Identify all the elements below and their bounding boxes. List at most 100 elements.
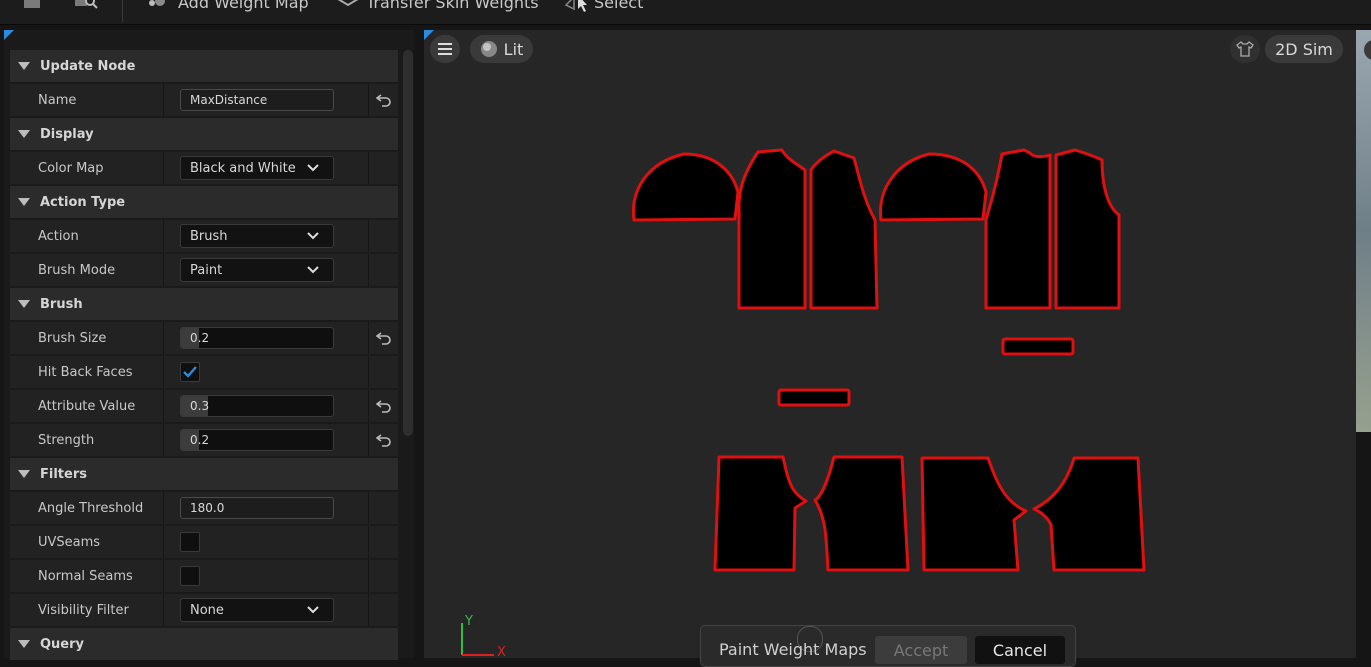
property-row-strength: Strength 0.2 bbox=[10, 424, 398, 456]
select-label: Select bbox=[594, 0, 644, 12]
transfer-skin-weights-button[interactable]: Transfer Skin Weights bbox=[336, 0, 539, 15]
reset-to-default-icon[interactable] bbox=[369, 390, 398, 422]
details-scrollbar[interactable] bbox=[403, 50, 413, 436]
collapse-arrow-icon bbox=[18, 130, 30, 138]
brush-mode-dropdown[interactable]: Paint bbox=[180, 258, 334, 282]
category-display[interactable]: Display bbox=[10, 118, 398, 150]
category-action-type[interactable]: Action Type bbox=[10, 186, 398, 218]
pant-piece-2 bbox=[813, 455, 910, 572]
axis-y-label: Y bbox=[465, 614, 473, 629]
collapse-arrow-icon bbox=[18, 470, 30, 478]
property-label: Name bbox=[10, 84, 164, 116]
uv-seams-checkbox[interactable] bbox=[180, 532, 200, 552]
category-update-node[interactable]: Update Node bbox=[10, 50, 398, 82]
strength-spinbox[interactable]: 0.2 bbox=[180, 429, 334, 451]
select-cursor-icon bbox=[564, 0, 587, 12]
visibility-filter-dropdown[interactable]: None bbox=[180, 598, 334, 622]
waistband-piece-1 bbox=[1001, 337, 1075, 356]
toolbar: Add Weight Map Transfer Skin Weights Sel… bbox=[0, 0, 1371, 25]
chevron-down-icon bbox=[307, 266, 319, 274]
brush-size-spinbox[interactable]: 0.2 bbox=[180, 327, 334, 349]
property-label: Visibility Filter bbox=[10, 594, 164, 626]
add-weight-map-button[interactable]: Add Weight Map bbox=[146, 0, 309, 15]
accept-label: Accept bbox=[893, 640, 949, 660]
find-in-content-icon[interactable] bbox=[74, 0, 98, 14]
chevron-down-icon bbox=[307, 232, 319, 240]
add-weight-map-icon bbox=[149, 0, 165, 6]
action-dropdown[interactable]: Brush bbox=[180, 224, 334, 248]
chevron-down-icon bbox=[307, 164, 319, 172]
tool-title: Paint Weight Maps bbox=[719, 640, 867, 659]
property-label: Strength bbox=[10, 424, 164, 456]
front-bodice-piece-2 bbox=[809, 149, 879, 310]
category-label: Brush bbox=[40, 296, 83, 312]
spinbox-value: 0.2 bbox=[190, 331, 210, 345]
viewport[interactable]: Lit 2D Sim Y X bbox=[424, 30, 1356, 660]
checkmark-icon bbox=[183, 366, 197, 378]
name-input[interactable]: MaxDistance bbox=[180, 89, 334, 111]
viewport-focus-marker bbox=[424, 30, 434, 40]
cancel-label: Cancel bbox=[992, 640, 1048, 660]
property-row-visibility-filter: Visibility Filter None bbox=[10, 594, 398, 626]
property-row-attribute-value: Attribute Value 0.3 bbox=[10, 390, 398, 422]
category-label: Display bbox=[40, 126, 94, 142]
color-map-dropdown[interactable]: Black and White bbox=[180, 156, 334, 180]
front-bodice-piece-1 bbox=[737, 148, 807, 310]
name-input-text: MaxDistance bbox=[190, 93, 268, 107]
property-row-normal-seams: Normal Seams bbox=[10, 560, 398, 592]
property-row-uv-seams: UVSeams bbox=[10, 526, 398, 558]
category-filters[interactable]: Filters bbox=[10, 458, 398, 490]
details-panel: Update Node Name MaxDistance Display Col… bbox=[4, 30, 414, 660]
property-label: Normal Seams bbox=[10, 560, 164, 592]
back-bodice-piece-1 bbox=[984, 148, 1052, 310]
dropdown-value: Black and White bbox=[190, 160, 296, 176]
toolbar-separator bbox=[122, 0, 123, 22]
collapse-arrow-icon bbox=[18, 198, 30, 206]
attribute-value-spinbox[interactable]: 0.3 bbox=[180, 395, 334, 417]
property-row-angle-threshold: Angle Threshold 180.0 bbox=[10, 492, 398, 524]
property-row-name: Name MaxDistance bbox=[10, 84, 398, 116]
property-label: Brush Size bbox=[10, 322, 164, 354]
category-label: Action Type bbox=[40, 194, 126, 210]
transfer-skin-weights-icon bbox=[338, 0, 358, 6]
cancel-button[interactable]: Cancel bbox=[975, 636, 1065, 664]
pattern-pieces-layer bbox=[631, 148, 1146, 572]
sleeve-piece-2 bbox=[878, 152, 988, 222]
angle-threshold-spinbox[interactable]: 180.0 bbox=[180, 497, 334, 519]
property-label: Brush Mode bbox=[10, 254, 164, 286]
property-label: Attribute Value bbox=[10, 390, 164, 422]
reset-to-default-icon[interactable] bbox=[369, 424, 398, 456]
back-bodice-piece-2 bbox=[1054, 148, 1121, 310]
normal-seams-checkbox[interactable] bbox=[180, 566, 200, 586]
save-icon[interactable] bbox=[22, 0, 44, 14]
pant-piece-4 bbox=[1032, 456, 1146, 572]
accept-button[interactable]: Accept bbox=[875, 636, 967, 664]
reset-to-default-icon[interactable] bbox=[369, 322, 398, 354]
chevron-down-icon bbox=[307, 606, 319, 614]
pant-piece-1 bbox=[713, 455, 808, 572]
category-brush[interactable]: Brush bbox=[10, 288, 398, 320]
property-row-hit-back-faces: Hit Back Faces bbox=[10, 356, 398, 388]
collapse-arrow-icon bbox=[18, 62, 30, 70]
spinbox-value: 180.0 bbox=[190, 501, 225, 515]
collapse-arrow-icon bbox=[18, 300, 30, 308]
collapse-arrow-icon bbox=[18, 640, 30, 648]
transfer-skin-weights-label: Transfer Skin Weights bbox=[366, 0, 539, 12]
category-label: Query bbox=[40, 636, 85, 652]
hit-back-faces-checkbox[interactable] bbox=[180, 362, 200, 382]
property-label: Color Map bbox=[10, 152, 164, 184]
property-label: Action bbox=[10, 220, 164, 252]
spinbox-value: 0.3 bbox=[190, 399, 210, 413]
tool-accept-bar: Paint Weight Maps Accept Cancel bbox=[700, 625, 1076, 667]
property-label: Angle Threshold bbox=[10, 492, 164, 524]
sleeve-piece-1 bbox=[631, 152, 740, 222]
dropdown-value: Paint bbox=[190, 262, 223, 278]
property-row-color-map: Color Map Black and White bbox=[10, 152, 398, 184]
property-row-brush-mode: Brush Mode Paint bbox=[10, 254, 398, 286]
select-button[interactable]: Select bbox=[564, 0, 643, 15]
reset-to-default-icon[interactable] bbox=[369, 84, 398, 116]
category-query[interactable]: Query bbox=[10, 628, 398, 660]
property-label: UVSeams bbox=[10, 526, 164, 558]
property-row-action: Action Brush bbox=[10, 220, 398, 252]
category-label: Filters bbox=[40, 466, 87, 482]
